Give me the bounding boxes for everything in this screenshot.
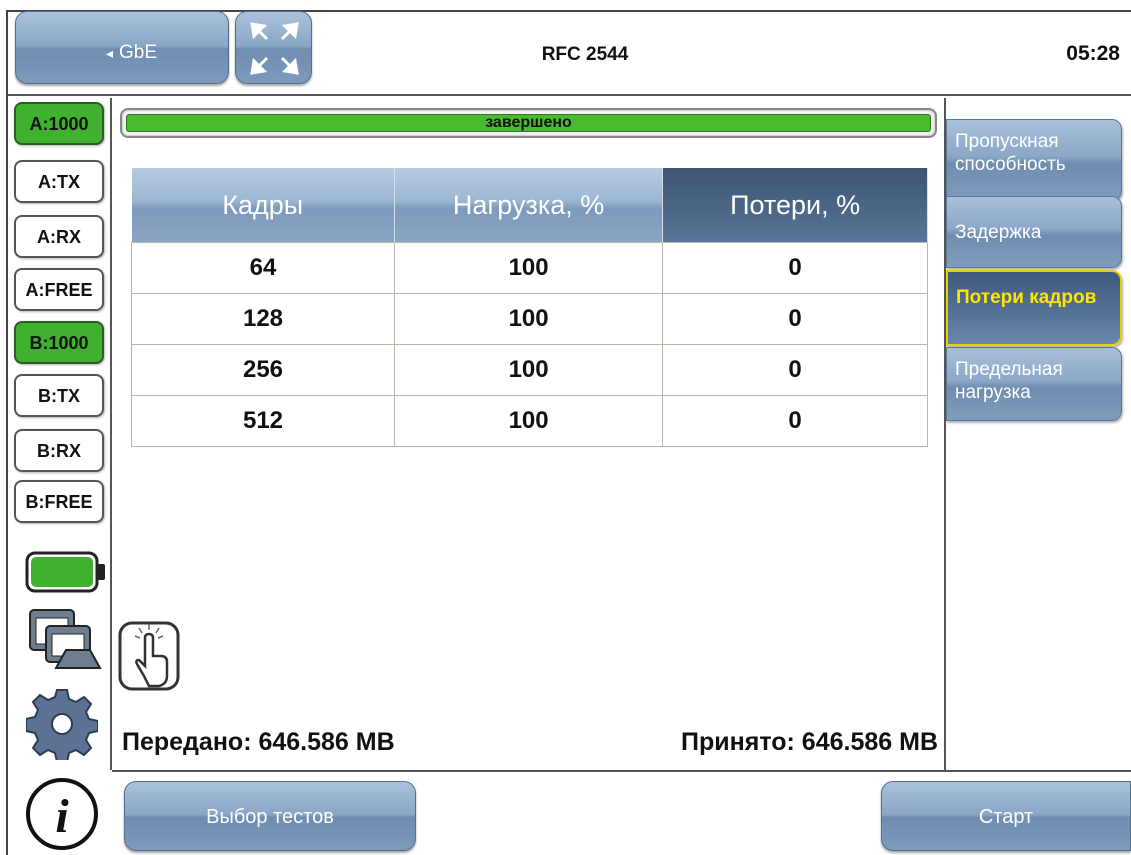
port-a-free[interactable]: A:FREE (14, 268, 104, 311)
back-button[interactable]: ◂ GbE (15, 11, 229, 84)
cell-load: 100 (393, 344, 664, 396)
tab-frame-loss[interactable]: Потери кадров (946, 270, 1122, 346)
gear-icon[interactable] (26, 688, 98, 760)
cell-load: 100 (393, 395, 664, 447)
table-header-row: Кадры Нагрузка, % Потери, % (131, 168, 928, 243)
bytes-received: Принято: 646.586 MB (681, 728, 938, 756)
progress-status: завершено (485, 114, 572, 131)
port-b-free[interactable]: B:FREE (14, 480, 104, 523)
port-b-1000[interactable]: B:1000 (14, 321, 104, 364)
cell-load: 100 (393, 293, 664, 345)
column-header-frames[interactable]: Кадры (131, 168, 395, 243)
column-header-loss[interactable]: Потери, % (662, 168, 928, 243)
footer-divider (112, 770, 1131, 772)
cell-loss: 0 (662, 293, 928, 345)
column-header-load[interactable]: Нагрузка, % (394, 168, 664, 243)
page-title: RFC 2544 (541, 44, 629, 65)
cell-frames: 128 (131, 293, 395, 345)
start-label: Старт (978, 806, 1034, 828)
port-a-1000[interactable]: A:1000 (14, 102, 104, 145)
clock: 05:28 (1066, 42, 1120, 65)
tab-latency[interactable]: Задержка (946, 196, 1122, 268)
windows-icon[interactable] (26, 606, 106, 678)
cell-loss: 0 (662, 395, 928, 447)
cell-loss: 0 (662, 344, 928, 396)
info-icon[interactable]: i (22, 776, 102, 852)
port-b-rx[interactable]: B:RX (14, 429, 104, 472)
tab-throughput[interactable]: Пропускная способность (946, 119, 1122, 201)
table-row: 256 100 0 (131, 344, 928, 396)
results-table: Кадры Нагрузка, % Потери, % 64 100 0 128… (131, 168, 928, 447)
back-button-label: GbE (119, 42, 158, 63)
progress-bar: завершено (120, 108, 937, 138)
table-row: 64 100 0 (131, 242, 928, 294)
back-arrow-icon: ◂ (106, 45, 114, 61)
port-a-rx[interactable]: A:RX (14, 215, 104, 258)
fullscreen-button[interactable] (235, 11, 312, 84)
bytes-sent: Передано: 646.586 MB (122, 728, 395, 756)
select-tests-label: Выбор тестов (206, 806, 334, 828)
cell-load: 100 (393, 242, 664, 294)
cell-loss: 0 (662, 242, 928, 294)
port-a-tx[interactable]: A:TX (14, 160, 104, 203)
cell-frames: 256 (131, 344, 395, 396)
fullscreen-icon (250, 22, 299, 75)
cell-frames: 512 (131, 395, 395, 447)
cell-frames: 64 (131, 242, 395, 294)
start-button[interactable]: Старт (881, 781, 1131, 851)
select-tests-button[interactable]: Выбор тестов (124, 781, 416, 851)
svg-text:i: i (55, 790, 69, 843)
port-b-tx[interactable]: B:TX (14, 374, 104, 417)
tab-back-to-back[interactable]: Предельная нагрузка (946, 347, 1122, 421)
table-row: 512 100 0 (131, 395, 928, 447)
touch-icon[interactable] (117, 620, 183, 696)
table-row: 128 100 0 (131, 293, 928, 345)
battery-icon (25, 551, 105, 593)
